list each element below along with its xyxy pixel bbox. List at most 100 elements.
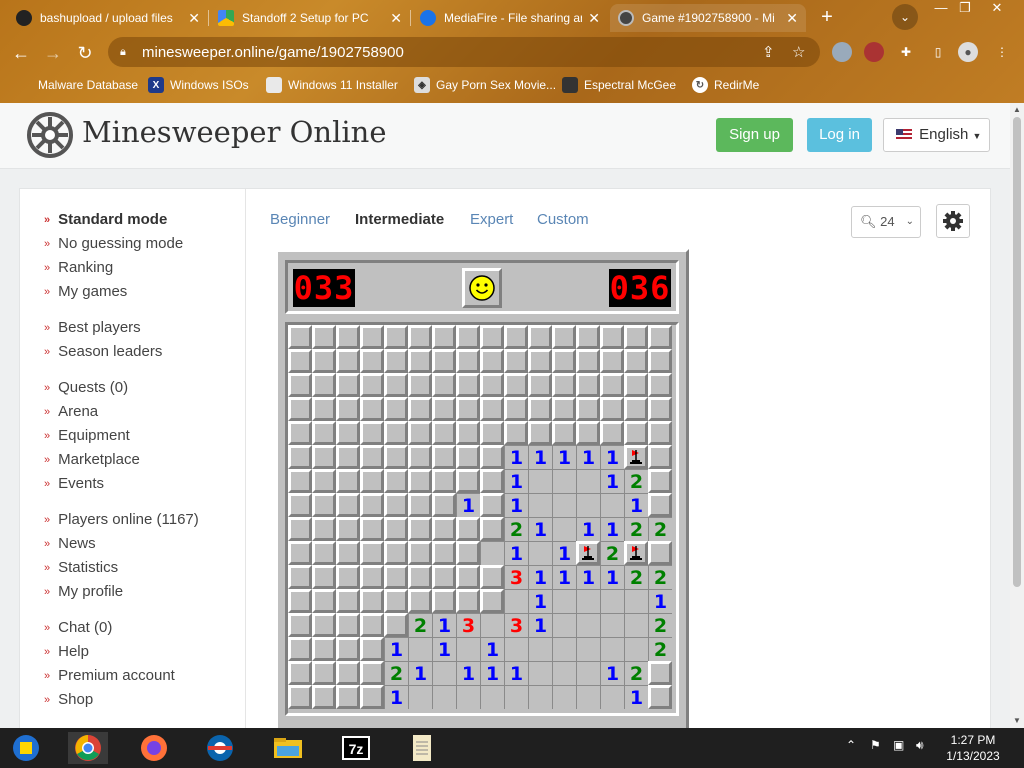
start-icon[interactable] [6,732,46,764]
hidden-cell[interactable] [528,325,552,349]
hidden-cell[interactable] [648,349,672,373]
number-cell[interactable]: 1 [552,541,576,565]
tab-intermediate[interactable]: Intermediate [355,211,444,228]
number-cell[interactable]: 1 [600,469,624,493]
number-cell[interactable]: 1 [528,517,552,541]
number-cell[interactable]: 1 [384,637,408,661]
hidden-cell[interactable] [336,613,360,637]
hidden-cell[interactable] [480,325,504,349]
hidden-cell[interactable] [480,517,504,541]
number-cell[interactable]: 1 [600,445,624,469]
hidden-cell[interactable] [600,397,624,421]
revealed-cell[interactable] [480,685,504,709]
hidden-cell[interactable] [456,373,480,397]
sidebar-item-quests[interactable]: » Quests (0) [44,379,128,401]
hidden-cell[interactable] [408,541,432,565]
number-cell[interactable]: 1 [600,517,624,541]
hidden-cell[interactable] [360,397,384,421]
hidden-cell[interactable] [312,493,336,517]
number-cell[interactable]: 1 [600,661,624,685]
bookmark-windows-11-installer[interactable]: Windows 11 Installer [266,75,398,95]
hidden-cell[interactable] [624,349,648,373]
hidden-cell[interactable] [552,421,576,445]
number-cell[interactable]: 1 [384,685,408,709]
sidebar-item-best-players[interactable]: » Best players [44,319,141,341]
hidden-cell[interactable] [288,661,312,685]
tab-expert[interactable]: Expert [470,211,513,228]
address-bar[interactable]: 🔒︎ minesweeper.online/game/1902758900 ⇪ … [108,37,820,67]
site-title[interactable]: Minesweeper Online [82,115,387,149]
hidden-cell[interactable] [432,565,456,589]
hidden-cell[interactable] [648,661,672,685]
hidden-cell[interactable] [336,685,360,709]
number-cell[interactable]: 1 [504,541,528,565]
hidden-cell[interactable] [336,397,360,421]
hidden-cell[interactable] [408,493,432,517]
revealed-cell[interactable] [480,613,504,637]
sidebar-item-premium-account[interactable]: » Premium account [44,667,175,689]
hidden-cell[interactable] [408,565,432,589]
hidden-cell[interactable] [456,517,480,541]
hidden-cell[interactable] [312,637,336,661]
number-cell[interactable]: 1 [576,565,600,589]
hidden-cell[interactable] [432,349,456,373]
number-cell[interactable]: 2 [624,517,648,541]
hidden-cell[interactable] [648,541,672,565]
revealed-cell[interactable] [552,685,576,709]
close-window-button[interactable]: ✕ [982,0,1012,18]
hidden-cell[interactable] [384,421,408,445]
settings-button[interactable] [936,204,970,238]
sidebar-item-events[interactable]: » Events [44,475,104,497]
hidden-cell[interactable] [432,541,456,565]
revealed-cell[interactable] [600,685,624,709]
revealed-cell[interactable] [552,469,576,493]
close-tab-icon[interactable]: ✕ [588,10,600,27]
hidden-cell[interactable] [384,469,408,493]
hidden-cell[interactable] [288,637,312,661]
number-cell[interactable]: 1 [504,469,528,493]
number-cell[interactable]: 1 [552,565,576,589]
number-cell[interactable]: 2 [600,541,624,565]
hidden-cell[interactable] [336,493,360,517]
hidden-cell[interactable] [288,685,312,709]
hidden-cell[interactable] [336,325,360,349]
hidden-cell[interactable] [384,493,408,517]
hidden-cell[interactable] [648,469,672,493]
number-cell[interactable]: 2 [384,661,408,685]
number-cell[interactable]: 1 [432,637,456,661]
hidden-cell[interactable] [528,421,552,445]
number-cell[interactable]: 1 [528,565,552,589]
sidebar-item-shop[interactable]: » Shop [44,691,93,713]
hidden-cell[interactable] [480,421,504,445]
flagged-cell[interactable] [624,445,648,469]
number-cell[interactable]: 3 [504,565,528,589]
hidden-cell[interactable] [552,349,576,373]
hidden-cell[interactable] [384,589,408,613]
number-cell[interactable]: 2 [648,565,672,589]
hidden-cell[interactable] [288,373,312,397]
hidden-cell[interactable] [384,373,408,397]
revealed-cell[interactable] [528,469,552,493]
hidden-cell[interactable] [288,493,312,517]
hidden-cell[interactable] [336,565,360,589]
hidden-cell[interactable] [360,661,384,685]
revealed-cell[interactable] [552,589,576,613]
hidden-cell[interactable] [384,565,408,589]
close-tab-icon[interactable]: ✕ [390,10,402,27]
hidden-cell[interactable] [360,493,384,517]
hidden-cell[interactable] [408,397,432,421]
revealed-cell[interactable] [456,637,480,661]
hidden-cell[interactable] [600,373,624,397]
hidden-cell[interactable] [456,541,480,565]
number-cell[interactable]: 1 [600,565,624,589]
hidden-cell[interactable] [480,445,504,469]
revealed-cell[interactable] [408,685,432,709]
hidden-cell[interactable] [360,349,384,373]
revealed-cell[interactable] [456,685,480,709]
smiley-face-button[interactable] [462,268,502,308]
hidden-cell[interactable] [336,469,360,493]
hidden-cell[interactable] [288,325,312,349]
hidden-cell[interactable] [384,517,408,541]
hidden-cell[interactable] [504,397,528,421]
hidden-cell[interactable] [408,325,432,349]
